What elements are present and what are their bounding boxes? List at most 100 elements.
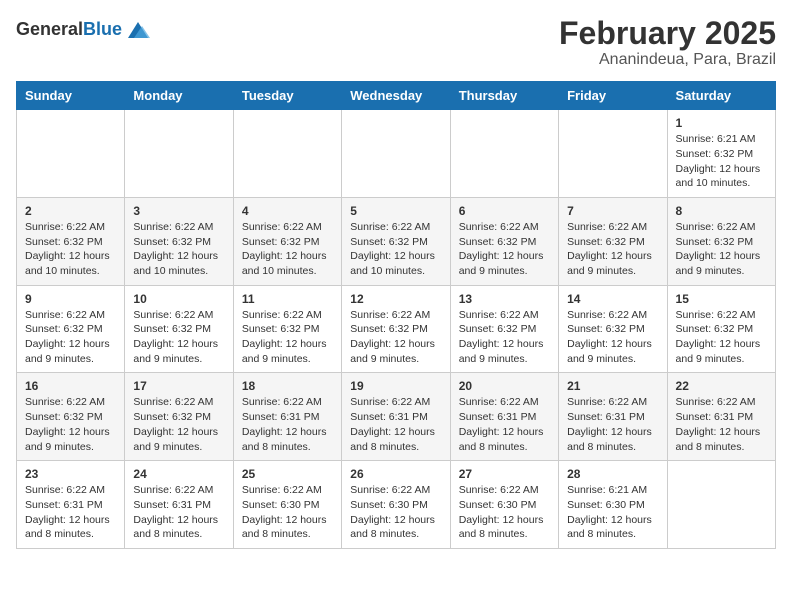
calendar-week-row: 9 Sunrise: 6:22 AMSunset: 6:32 PMDaylight… bbox=[17, 285, 776, 373]
day-info: Sunrise: 6:22 AMSunset: 6:31 PMDaylight:… bbox=[133, 483, 224, 542]
calendar-cell bbox=[450, 110, 558, 198]
day-number: 13 bbox=[459, 292, 550, 306]
calendar-week-row: 1Sunrise: 6:21 AMSunset: 6:32 PMDaylight… bbox=[17, 110, 776, 198]
day-number: 25 bbox=[242, 467, 333, 481]
calendar-cell: 8 Sunrise: 6:22 AMSunset: 6:32 PMDaylight… bbox=[667, 197, 775, 285]
calendar-week-row: 2 Sunrise: 6:22 AMSunset: 6:32 PMDaylight… bbox=[17, 197, 776, 285]
day-info: Sunrise: 6:22 AMSunset: 6:31 PMDaylight:… bbox=[567, 395, 658, 454]
day-info: Sunrise: 6:22 AMSunset: 6:32 PMDaylight:… bbox=[567, 220, 658, 279]
day-number: 6 bbox=[459, 204, 550, 218]
day-info: Sunrise: 6:22 AMSunset: 6:32 PMDaylight:… bbox=[133, 220, 224, 279]
day-info: Sunrise: 6:21 AMSunset: 6:30 PMDaylight:… bbox=[567, 483, 658, 542]
day-header-sunday: Sunday bbox=[17, 82, 125, 110]
day-info: Sunrise: 6:22 AMSunset: 6:30 PMDaylight:… bbox=[350, 483, 441, 542]
day-number: 5 bbox=[350, 204, 441, 218]
day-number: 7 bbox=[567, 204, 658, 218]
day-info: Sunrise: 6:22 AMSunset: 6:32 PMDaylight:… bbox=[459, 308, 550, 367]
logo-icon bbox=[124, 16, 152, 44]
day-info: Sunrise: 6:22 AMSunset: 6:32 PMDaylight:… bbox=[676, 220, 767, 279]
calendar-cell: 14Sunrise: 6:22 AMSunset: 6:32 PMDayligh… bbox=[559, 285, 667, 373]
calendar-cell bbox=[559, 110, 667, 198]
day-number: 28 bbox=[567, 467, 658, 481]
day-number: 18 bbox=[242, 379, 333, 393]
day-number: 27 bbox=[459, 467, 550, 481]
calendar-cell: 9 Sunrise: 6:22 AMSunset: 6:32 PMDaylight… bbox=[17, 285, 125, 373]
calendar-cell bbox=[233, 110, 341, 198]
calendar-cell: 12 Sunrise: 6:22 AMSunset: 6:32 PMDayligh… bbox=[342, 285, 450, 373]
calendar-cell: 7 Sunrise: 6:22 AMSunset: 6:32 PMDaylight… bbox=[559, 197, 667, 285]
page-header: GeneralBlue February 2025 Ananindeua, Pa… bbox=[16, 16, 776, 69]
day-number: 8 bbox=[676, 204, 767, 218]
day-header-monday: Monday bbox=[125, 82, 233, 110]
day-info: Sunrise: 6:22 AMSunset: 6:31 PMDaylight:… bbox=[350, 395, 441, 454]
day-number: 10 bbox=[133, 292, 224, 306]
logo: GeneralBlue bbox=[16, 16, 152, 44]
calendar-cell: 6 Sunrise: 6:22 AMSunset: 6:32 PMDaylight… bbox=[450, 197, 558, 285]
logo-general: GeneralBlue bbox=[16, 20, 122, 40]
logo-blue: Blue bbox=[83, 19, 122, 39]
day-info: Sunrise: 6:22 AMSunset: 6:32 PMDaylight:… bbox=[133, 308, 224, 367]
calendar-week-row: 23 Sunrise: 6:22 AMSunset: 6:31 PMDayligh… bbox=[17, 461, 776, 549]
day-info: Sunrise: 6:22 AMSunset: 6:32 PMDaylight:… bbox=[350, 220, 441, 279]
day-info: Sunrise: 6:22 AMSunset: 6:32 PMDaylight:… bbox=[25, 308, 116, 367]
day-info: Sunrise: 6:22 AMSunset: 6:32 PMDaylight:… bbox=[25, 395, 116, 454]
calendar-week-row: 16 Sunrise: 6:22 AMSunset: 6:32 PMDayligh… bbox=[17, 373, 776, 461]
calendar-cell bbox=[17, 110, 125, 198]
calendar-cell: 17 Sunrise: 6:22 AMSunset: 6:32 PMDayligh… bbox=[125, 373, 233, 461]
day-header-tuesday: Tuesday bbox=[233, 82, 341, 110]
day-number: 2 bbox=[25, 204, 116, 218]
day-info: Sunrise: 6:22 AMSunset: 6:31 PMDaylight:… bbox=[676, 395, 767, 454]
day-header-wednesday: Wednesday bbox=[342, 82, 450, 110]
calendar-cell: 5 Sunrise: 6:22 AMSunset: 6:32 PMDaylight… bbox=[342, 197, 450, 285]
calendar-cell: 13 Sunrise: 6:22 AMSunset: 6:32 PMDayligh… bbox=[450, 285, 558, 373]
calendar-cell: 2 Sunrise: 6:22 AMSunset: 6:32 PMDaylight… bbox=[17, 197, 125, 285]
day-info: Sunrise: 6:22 AMSunset: 6:32 PMDaylight:… bbox=[25, 220, 116, 279]
title-block: February 2025 Ananindeua, Para, Brazil bbox=[559, 16, 776, 69]
calendar-cell: 23 Sunrise: 6:22 AMSunset: 6:31 PMDayligh… bbox=[17, 461, 125, 549]
calendar-cell: 4 Sunrise: 6:22 AMSunset: 6:32 PMDaylight… bbox=[233, 197, 341, 285]
day-header-saturday: Saturday bbox=[667, 82, 775, 110]
calendar-cell bbox=[125, 110, 233, 198]
day-number: 1 bbox=[676, 116, 767, 130]
day-info: Sunrise: 6:22 AMSunset: 6:32 PMDaylight:… bbox=[676, 308, 767, 367]
calendar-cell bbox=[667, 461, 775, 549]
day-info: Sunrise: 6:22 AMSunset: 6:30 PMDaylight:… bbox=[242, 483, 333, 542]
day-number: 3 bbox=[133, 204, 224, 218]
day-header-thursday: Thursday bbox=[450, 82, 558, 110]
calendar-cell: 16 Sunrise: 6:22 AMSunset: 6:32 PMDayligh… bbox=[17, 373, 125, 461]
day-number: 9 bbox=[25, 292, 116, 306]
day-info: Sunrise: 6:22 AMSunset: 6:32 PMDaylight:… bbox=[133, 395, 224, 454]
calendar-cell: 21 Sunrise: 6:22 AMSunset: 6:31 PMDayligh… bbox=[559, 373, 667, 461]
day-number: 17 bbox=[133, 379, 224, 393]
day-number: 16 bbox=[25, 379, 116, 393]
calendar-cell: 26 Sunrise: 6:22 AMSunset: 6:30 PMDayligh… bbox=[342, 461, 450, 549]
day-info: Sunrise: 6:22 AMSunset: 6:32 PMDaylight:… bbox=[350, 308, 441, 367]
day-number: 21 bbox=[567, 379, 658, 393]
calendar-cell: 28 Sunrise: 6:21 AMSunset: 6:30 PMDayligh… bbox=[559, 461, 667, 549]
calendar-cell: 10 Sunrise: 6:22 AMSunset: 6:32 PMDayligh… bbox=[125, 285, 233, 373]
day-number: 26 bbox=[350, 467, 441, 481]
calendar-subtitle: Ananindeua, Para, Brazil bbox=[559, 51, 776, 69]
day-info: Sunrise: 6:22 AMSunset: 6:31 PMDaylight:… bbox=[25, 483, 116, 542]
day-header-friday: Friday bbox=[559, 82, 667, 110]
day-info: Sunrise: 6:22 AMSunset: 6:32 PMDaylight:… bbox=[242, 220, 333, 279]
calendar-cell: 22 Sunrise: 6:22 AMSunset: 6:31 PMDayligh… bbox=[667, 373, 775, 461]
calendar-cell: 1Sunrise: 6:21 AMSunset: 6:32 PMDaylight… bbox=[667, 110, 775, 198]
day-number: 12 bbox=[350, 292, 441, 306]
day-number: 22 bbox=[676, 379, 767, 393]
day-number: 24 bbox=[133, 467, 224, 481]
day-number: 15 bbox=[676, 292, 767, 306]
calendar-header-row: SundayMondayTuesdayWednesdayThursdayFrid… bbox=[17, 82, 776, 110]
day-number: 19 bbox=[350, 379, 441, 393]
calendar-table: SundayMondayTuesdayWednesdayThursdayFrid… bbox=[16, 81, 776, 549]
day-number: 4 bbox=[242, 204, 333, 218]
calendar-cell: 24 Sunrise: 6:22 AMSunset: 6:31 PMDayligh… bbox=[125, 461, 233, 549]
calendar-cell: 19 Sunrise: 6:22 AMSunset: 6:31 PMDayligh… bbox=[342, 373, 450, 461]
day-info: Sunrise: 6:22 AMSunset: 6:32 PMDaylight:… bbox=[567, 308, 658, 367]
calendar-cell: 18Sunrise: 6:22 AMSunset: 6:31 PMDayligh… bbox=[233, 373, 341, 461]
calendar-title: February 2025 bbox=[559, 16, 776, 51]
calendar-cell: 11Sunrise: 6:22 AMSunset: 6:32 PMDayligh… bbox=[233, 285, 341, 373]
calendar-cell: 3 Sunrise: 6:22 AMSunset: 6:32 PMDaylight… bbox=[125, 197, 233, 285]
day-info: Sunrise: 6:22 AMSunset: 6:32 PMDaylight:… bbox=[459, 220, 550, 279]
day-number: 23 bbox=[25, 467, 116, 481]
